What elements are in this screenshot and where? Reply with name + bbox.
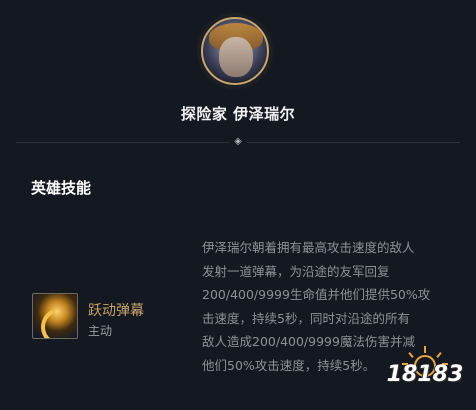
description-line: 发射一道弹幕，为沿途的友军回复 [202,263,390,279]
description-line: 伊泽瑞尔朝着拥有最高攻击速度的敌人 [202,240,415,255]
barrage-skill-icon[interactable] [32,293,78,339]
portrait-face [219,37,253,77]
description-line: 击速度，持续5秒，同时对沿途的所有 [202,310,410,326]
diamond-ornament-icon: ◈ [229,136,247,148]
skill-name: 跃动弹幕 [88,303,144,319]
skill-type: 主动 [88,324,113,338]
hero-portrait [201,17,269,85]
watermark-logo: 18183 [382,340,468,398]
description-line: 200/400/9999生命值并他们提供50%攻 [202,287,431,302]
watermark-text: 18183 [386,362,464,387]
hero-name: 探险家 伊泽瑞尔 [180,105,296,123]
section-title: 英雄技能 [31,179,92,197]
skill-icon-arc [35,302,77,338]
